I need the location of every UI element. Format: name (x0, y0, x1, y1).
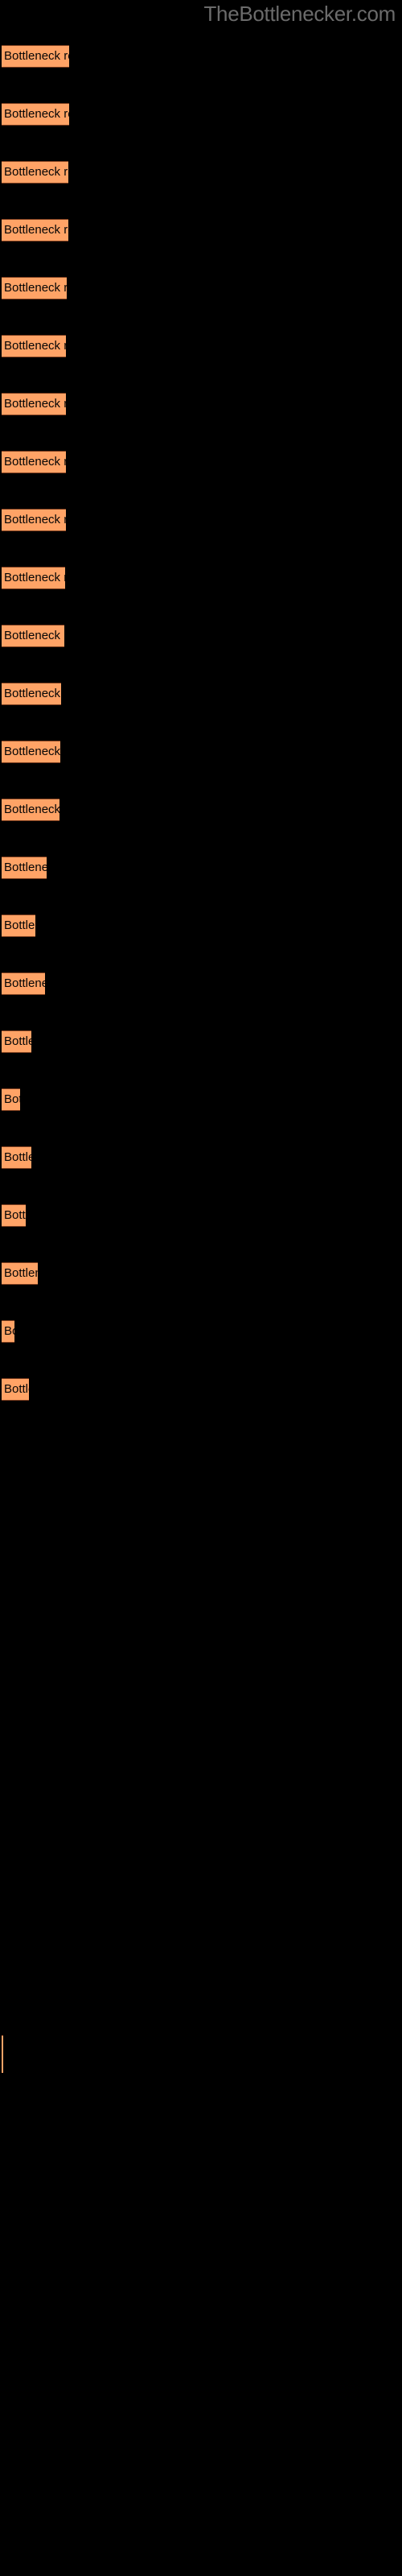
chart-bar[interactable]: Bottleneck result (2, 393, 66, 415)
chart-bar[interactable]: Bottleneck result (2, 1378, 29, 1401)
chart-bar-label: Bottleneck result (4, 803, 59, 816)
bars-layer: Bottleneck result Bottleneck result Bottle… (0, 0, 402, 2576)
chart-bar[interactable]: Bottleneck result (2, 451, 66, 473)
chart-bar-label: Bottleneck result (4, 165, 68, 179)
chart-bar[interactable]: Bottleneck result (2, 857, 47, 879)
chart-bar[interactable] (2, 2035, 3, 2073)
chart-bar[interactable]: Bottleneck result (2, 1204, 26, 1227)
chart-bar-label: Bottleneck result (4, 1150, 31, 1164)
bar-chart-canvas: TheBottlenecker.com Bottleneck resultBot… (0, 0, 402, 2576)
chart-bar-label: Bottleneck result (4, 745, 60, 758)
chart-bar-label: Bottleneck result (4, 455, 66, 469)
chart-bar-label: Bottleneck result (4, 1324, 14, 1338)
chart-bar-label: Bottleneck result (4, 339, 66, 353)
chart-bar[interactable]: Bottleneck result (2, 914, 35, 937)
chart-bar-label: Bottleneck result (4, 1208, 26, 1222)
chart-bar[interactable]: Bottleneck result (2, 1030, 31, 1053)
chart-bar-label: Bottleneck result (4, 571, 65, 584)
chart-bar-label: Bottleneck result (4, 223, 68, 237)
chart-bar[interactable]: Bottleneck result (2, 509, 66, 531)
chart-bar[interactable]: Bottleneck result (2, 335, 66, 357)
chart-bar[interactable]: Bottleneck result (2, 103, 69, 126)
chart-bar[interactable]: Bottleneck result (2, 1146, 31, 1169)
chart-bar[interactable]: Bottleneck result (2, 277, 67, 299)
chart-bar-label: Bottleneck result (4, 861, 47, 874)
chart-bar-label: Bottleneck result (4, 919, 35, 932)
chart-bar-label: Bottleneck result (4, 1382, 29, 1396)
chart-bar[interactable]: Bottleneck result (2, 799, 59, 821)
chart-bar-label: Bottleneck result (4, 513, 66, 526)
chart-bar[interactable]: Bottleneck result (2, 45, 69, 68)
chart-bar-label: Bottleneck result (4, 629, 64, 642)
chart-bar[interactable]: Bottleneck result (2, 567, 65, 589)
chart-bar[interactable]: Bottleneck result (2, 683, 61, 705)
chart-bar[interactable]: Bottleneck result (2, 1088, 20, 1111)
chart-bar-label: Bottleneck result (4, 107, 69, 121)
chart-bar-label: Bottleneck result (4, 1034, 31, 1048)
chart-bar[interactable]: Bottleneck result (2, 972, 45, 995)
chart-bar[interactable]: Bottleneck result (2, 161, 68, 184)
chart-bar-label: Bottleneck result (4, 281, 67, 295)
chart-bar[interactable]: Bottleneck result (2, 219, 68, 242)
chart-bar-label: Bottleneck result (4, 49, 69, 63)
chart-bar[interactable]: Bottleneck result (2, 741, 60, 763)
chart-bar-label: Bottleneck result (4, 976, 45, 990)
chart-bar[interactable]: Bottleneck result (2, 1262, 38, 1285)
chart-bar[interactable]: Bottleneck result (2, 1320, 14, 1343)
chart-bar-label: Bottleneck result (4, 687, 61, 700)
chart-bar-label: Bottleneck result (4, 1092, 20, 1106)
chart-bar-label: Bottleneck result (4, 1266, 38, 1280)
chart-bar-label: Bottleneck result (4, 397, 66, 411)
chart-bar[interactable]: Bottleneck result (2, 625, 64, 647)
